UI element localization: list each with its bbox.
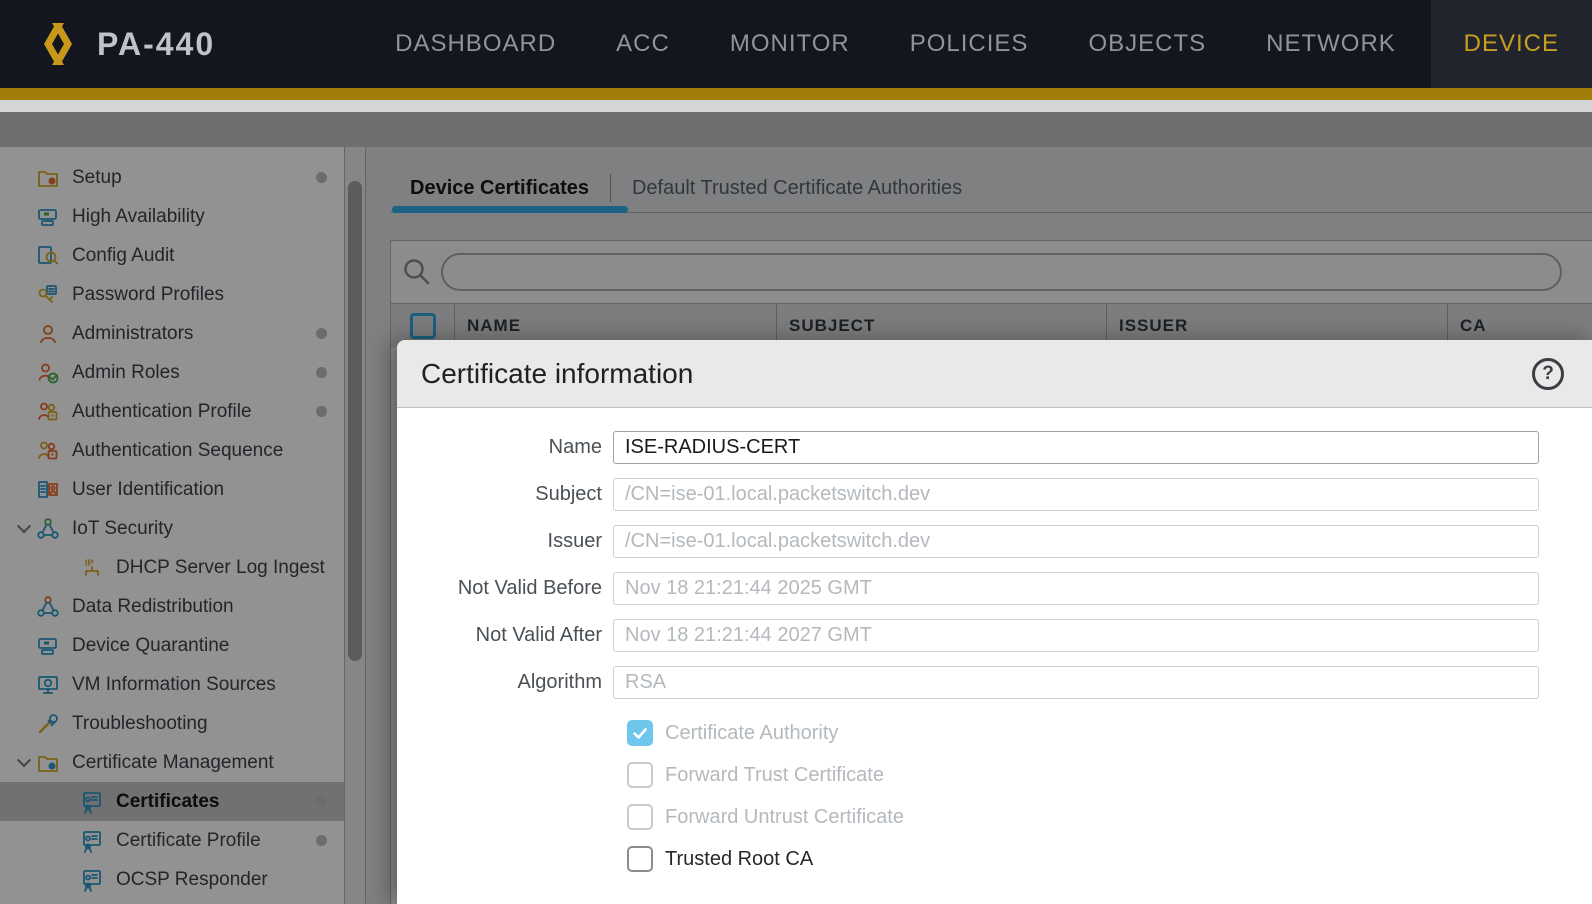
trusted-root-ca-checkbox[interactable] — [627, 846, 653, 872]
field-row-name: Name — [397, 431, 1592, 464]
top-nav: PA-440 DASHBOARD ACC MONITOR POLICIES OBJECT… — [0, 0, 1592, 100]
field-row-algorithm: Algorithm — [397, 666, 1592, 699]
field-row-subject: Subject — [397, 478, 1592, 511]
forward-untrust-certificate-checkbox-label: Forward Untrust Certificate — [665, 805, 904, 828]
top-nav-items: DASHBOARD ACC MONITOR POLICIES OBJECTS NETWOR… — [365, 0, 1592, 88]
nav-item-monitor[interactable]: MONITOR — [700, 0, 880, 88]
nav-item-objects[interactable]: OBJECTS — [1058, 0, 1236, 88]
not-valid-after-input — [613, 619, 1539, 652]
issuer-input — [613, 525, 1539, 558]
dialog-header: Certificate information ? — [397, 340, 1592, 408]
field-row-not-valid-after: Not Valid After — [397, 619, 1592, 652]
dialog-body: Name Subject Issuer Not Valid Before Not Val… — [397, 408, 1592, 872]
name-label: Name — [548, 436, 602, 458]
checkbox-row-forward-trust-certificate: Forward Trust Certificate — [627, 762, 1592, 788]
certificate-information-dialog: Certificate information ? Name Subject Iss… — [397, 340, 1592, 904]
forward-trust-certificate-checkbox — [627, 762, 653, 788]
certificate-authority-checkbox-label: Certificate Authority — [665, 721, 839, 744]
field-row-issuer: Issuer — [397, 525, 1592, 558]
forward-trust-certificate-checkbox-label: Forward Trust Certificate — [665, 763, 884, 786]
help-icon[interactable]: ? — [1532, 357, 1564, 390]
subject-input — [613, 478, 1539, 511]
not-valid-after-label: Not Valid After — [475, 624, 602, 646]
nav-item-device[interactable]: DEVICE — [1430, 0, 1592, 88]
not-valid-before-input — [613, 572, 1539, 605]
algorithm-input — [613, 666, 1539, 699]
checkbox-row-certificate-authority: Certificate Authority — [627, 720, 1592, 746]
dialog-fields: Name Subject Issuer Not Valid Before Not Val… — [397, 431, 1592, 699]
nav-item-acc[interactable]: ACC — [586, 0, 700, 88]
name-input[interactable] — [613, 431, 1539, 464]
nav-item-policies[interactable]: POLICIES — [880, 0, 1059, 88]
subject-label: Subject — [535, 483, 602, 505]
forward-untrust-certificate-checkbox — [627, 804, 653, 830]
trusted-root-ca-checkbox-label: Trusted Root CA — [665, 847, 814, 870]
not-valid-before-label: Not Valid Before — [457, 577, 602, 599]
nav-item-dashboard[interactable]: DASHBOARD — [365, 0, 586, 88]
app-area: Setup High Availability Config Audit Passwo… — [0, 112, 1592, 904]
issuer-label: Issuer — [547, 530, 602, 552]
checkbox-row-trusted-root-ca: Trusted Root CA — [627, 846, 1592, 872]
brand: PA-440 — [34, 0, 215, 88]
field-row-not-valid-before: Not Valid Before — [397, 572, 1592, 605]
dialog-title: Certificate information — [421, 357, 694, 389]
nav-item-network[interactable]: NETWORK — [1236, 0, 1426, 88]
algorithm-label: Algorithm — [517, 671, 602, 693]
certificate-authority-checkbox — [627, 720, 653, 746]
dialog-checkboxes: Certificate Authority Forward Trust Certi… — [397, 720, 1592, 872]
palo-alto-logo-icon — [44, 23, 72, 65]
checkbox-row-forward-untrust-certificate: Forward Untrust Certificate — [627, 804, 1592, 830]
device-model-label: PA-440 — [97, 25, 216, 62]
